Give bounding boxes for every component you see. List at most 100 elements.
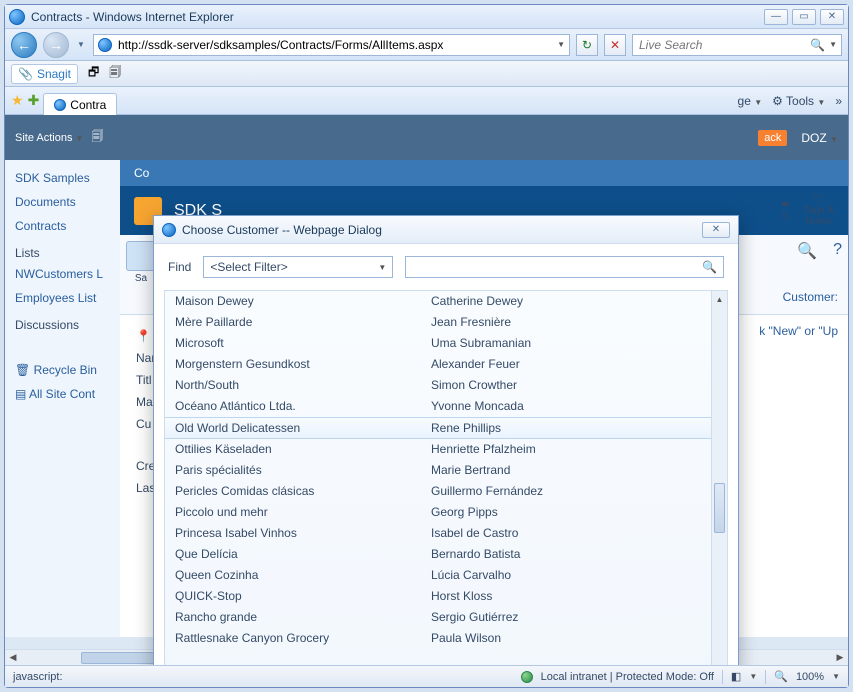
snagit-tool-2-icon[interactable]: 🗐 — [109, 63, 121, 84]
company-cell: Old World Delicatessen — [175, 421, 431, 435]
contact-cell: Jean Fresnière — [431, 315, 701, 329]
list-row[interactable]: Mère PaillardeJean Fresnière — [165, 312, 711, 333]
nav-nwcustomers[interactable]: NWCustomers L — [5, 262, 120, 286]
history-dropdown[interactable]: ▼ — [75, 34, 87, 56]
list-row[interactable]: Piccolo und mehrGeorg Pipps — [165, 502, 711, 523]
list-row[interactable]: Rancho grandeSergio Gutiérrez — [165, 607, 711, 628]
search-input[interactable] — [637, 37, 806, 53]
company-cell: Mère Paillarde — [175, 315, 431, 329]
hscroll-left-icon[interactable]: ◀ — [5, 650, 21, 666]
list-row[interactable]: Maison DeweyCatherine Dewey — [165, 291, 711, 312]
browser-tab[interactable]: Contra — [43, 93, 117, 116]
sp-save-button[interactable]: Sa — [126, 241, 156, 284]
gear-icon: ⚙ — [772, 94, 783, 108]
list-row[interactable]: MicrosoftUma Subramanian — [165, 333, 711, 354]
user-menu[interactable]: DOZ ▼ — [801, 131, 838, 145]
favorites-icon[interactable]: ★ — [11, 92, 24, 109]
choose-customer-dialog: Choose Customer -- Webpage Dialog ✕ Find… — [153, 215, 739, 665]
company-cell: Que Delícia — [175, 547, 431, 561]
sp-tab-label[interactable]: Co — [134, 166, 149, 180]
dialog-title: Choose Customer -- Webpage Dialog — [182, 223, 382, 237]
hscroll-right-icon[interactable]: ▶ — [832, 650, 848, 666]
list-row[interactable]: Océano Atlántico Ltda.Yvonne Moncada — [165, 396, 711, 417]
contact-cell: Isabel de Castro — [431, 526, 701, 540]
list-vertical-scrollbar[interactable]: ▲ ▼ — [711, 291, 727, 665]
vscroll-up-icon[interactable]: ▲ — [712, 291, 727, 307]
minimize-button[interactable]: — — [764, 9, 788, 25]
page-menu[interactable]: ge ▼ — [738, 94, 763, 108]
search-icon[interactable]: 🔍 — [810, 38, 825, 52]
list-row[interactable]: Morgenstern GesundkostAlexander Feuer — [165, 354, 711, 375]
filter-search-field[interactable]: 🔍 — [405, 256, 724, 278]
list-row[interactable]: Pericles Comidas clásicasGuillermo Ferná… — [165, 481, 711, 502]
list-row[interactable]: Que DelíciaBernardo Batista — [165, 544, 711, 565]
contact-cell: Georg Pipps — [431, 505, 701, 519]
status-zoom: 100% — [796, 671, 824, 683]
url-field-container: ▼ — [93, 34, 570, 56]
hscroll-thumb[interactable] — [81, 652, 161, 664]
tag-icon: 🏷 — [812, 194, 825, 205]
filter-select-value: <Select Filter> — [210, 260, 287, 274]
nav-documents[interactable]: Documents — [5, 190, 120, 214]
list-row[interactable]: Rattlesnake Canyon GroceryPaula Wilson — [165, 628, 711, 649]
titlebar: Contracts - Windows Internet Explorer — … — [5, 5, 848, 29]
contact-cell: Horst Kloss — [431, 589, 701, 603]
snagit-tool-1-icon[interactable]: 🗗 — [88, 63, 99, 84]
url-dropdown-icon[interactable]: ▼ — [557, 40, 565, 49]
filter-select[interactable]: <Select Filter> ▼ — [203, 256, 393, 278]
search-dropdown-icon[interactable]: ▼ — [829, 40, 837, 49]
vscroll-track[interactable] — [712, 307, 727, 665]
vscroll-thumb[interactable] — [714, 483, 725, 533]
snagit-button[interactable]: 📎 Snagit — [11, 64, 78, 84]
nav-employees[interactable]: Employees List — [5, 286, 120, 310]
ribbon-browse-icon[interactable]: 🗐 — [91, 127, 103, 148]
status-breaker-icon[interactable]: ◧ — [731, 670, 741, 683]
company-cell: Océano Atlántico Ltda. — [175, 399, 431, 413]
forward-button[interactable]: → — [43, 32, 69, 58]
ack-badge[interactable]: ack — [758, 130, 787, 146]
search-field-container: 🔍 ▼ — [632, 34, 842, 56]
ie-icon — [9, 9, 25, 25]
site-actions-menu[interactable]: Site Actions ▼ — [15, 132, 83, 144]
search-icon[interactable]: 🔍 — [702, 260, 717, 274]
company-cell: Microsoft — [175, 336, 431, 350]
status-left: javascript: — [13, 671, 63, 683]
customer-label: Customer: — [759, 290, 838, 304]
list-row[interactable]: Ottilies KäseladenHenriette Pfalzheim — [165, 439, 711, 460]
dialog-icon — [162, 223, 176, 237]
list-row[interactable]: Old World DelicatessenRene Phillips — [165, 417, 711, 439]
sharepoint-ribbon: Site Actions ▼ 🗐 ack DOZ ▼ — [5, 115, 848, 160]
list-row[interactable]: Princesa Isabel VinhosIsabel de Castro — [165, 523, 711, 544]
contact-cell: Alexander Feuer — [431, 357, 701, 371]
url-input[interactable] — [116, 37, 553, 53]
sp-tab-row: Co — [120, 160, 848, 186]
add-favorite-icon[interactable]: ✚ — [28, 92, 40, 109]
refresh-button[interactable]: ↻ — [576, 34, 598, 56]
maximize-button[interactable]: ▭ — [792, 9, 816, 25]
company-cell: Piccolo und mehr — [175, 505, 431, 519]
page-icon — [98, 38, 112, 52]
chevron-icon[interactable]: » — [835, 94, 842, 108]
zoom-caret[interactable]: ▼ — [832, 672, 840, 681]
close-button[interactable]: ✕ — [820, 9, 844, 25]
company-cell: Paris spécialités — [175, 463, 431, 477]
nav-recycle-bin[interactable]: 🗑 Recycle Bin — [5, 358, 120, 382]
nav-contracts[interactable]: Contracts — [5, 214, 120, 238]
tools-menu[interactable]: ⚙ Tools ▼ — [772, 94, 825, 108]
status-breaker-caret[interactable]: ▼ — [749, 672, 757, 681]
dialog-close-button[interactable]: ✕ — [702, 222, 730, 238]
company-cell: Ottilies Käseladen — [175, 442, 431, 456]
nav-sdk-samples[interactable]: SDK Samples — [5, 166, 120, 190]
back-button[interactable]: ← — [11, 32, 37, 58]
list-row[interactable]: North/SouthSimon Crowther — [165, 375, 711, 396]
dialog-titlebar: Choose Customer -- Webpage Dialog ✕ — [154, 216, 738, 244]
status-bar: javascript: Local intranet | Protected M… — [5, 665, 848, 687]
nav-all-site-content[interactable]: ▤ All Site Cont — [5, 382, 120, 406]
stop-button[interactable]: ✕ — [604, 34, 626, 56]
list-row[interactable]: Paris spécialitésMarie Bertrand — [165, 460, 711, 481]
zoom-icon: 🔍 — [774, 670, 788, 683]
list-row[interactable]: Queen CozinhaLúcia Carvalho — [165, 565, 711, 586]
contact-cell: Paula Wilson — [431, 631, 701, 645]
list-row[interactable]: QUICK-StopHorst Kloss — [165, 586, 711, 607]
company-cell: Morgenstern Gesundkost — [175, 357, 431, 371]
